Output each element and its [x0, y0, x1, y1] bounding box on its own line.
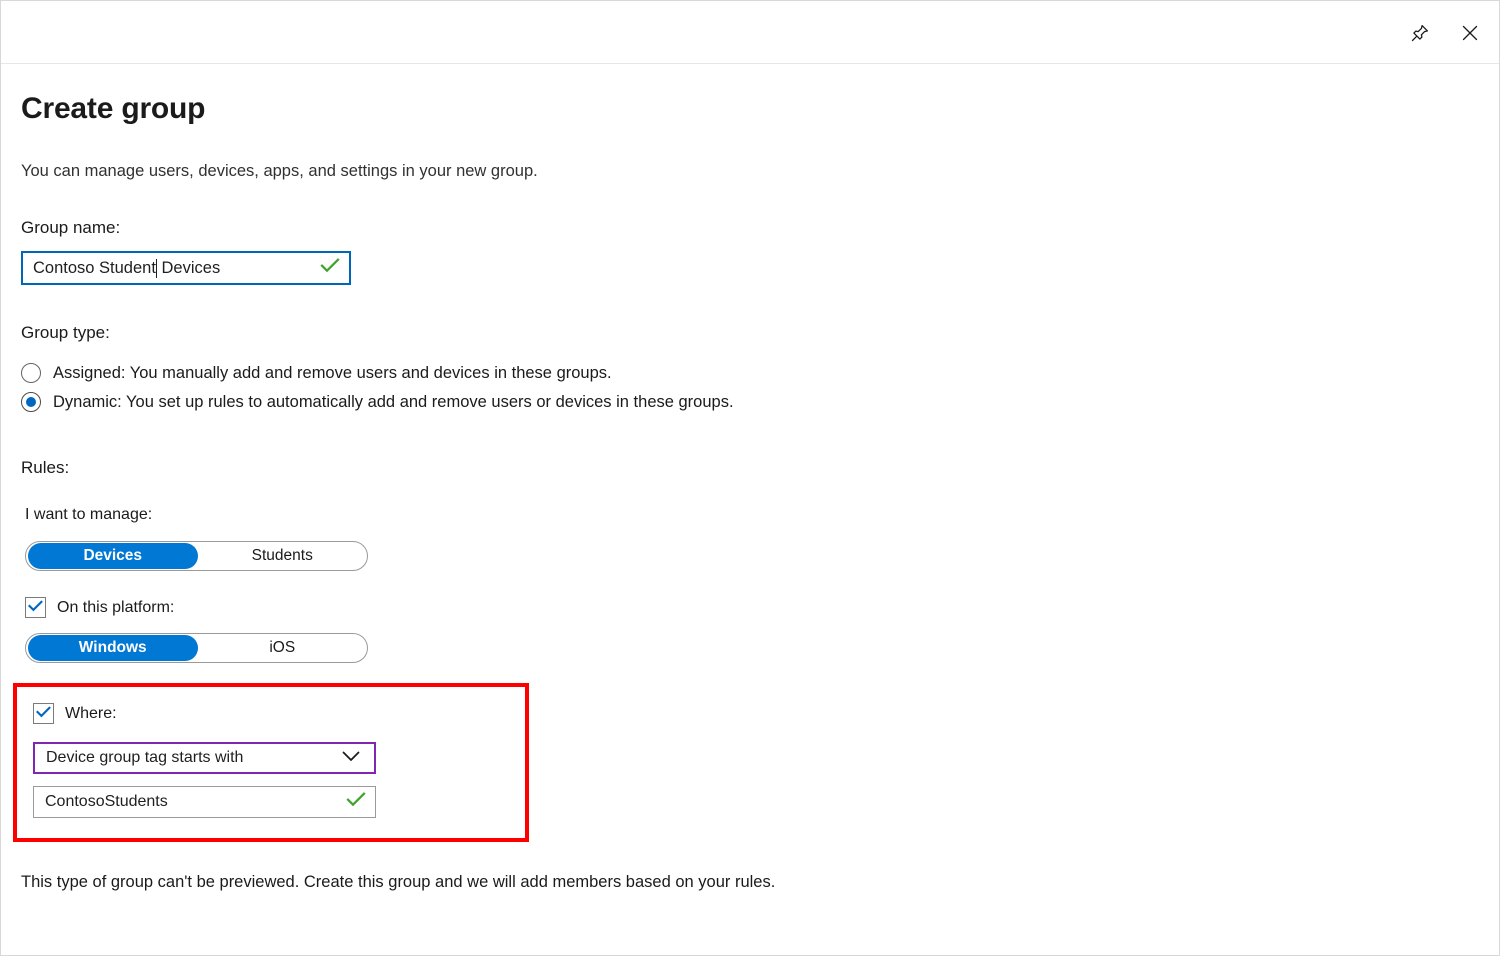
group-name-input[interactable]: Contoso Student Devices — [21, 251, 351, 285]
where-condition-value: Device group tag starts with — [46, 749, 244, 766]
page-subtitle: You can manage users, devices, apps, and… — [21, 162, 538, 180]
platform-option-ios[interactable]: iOS — [198, 635, 368, 661]
panel-titlebar — [1, 1, 1499, 64]
manage-label: I want to manage: — [25, 506, 153, 523]
where-label: Where: — [65, 705, 117, 722]
create-group-panel: Create group You can manage users, devic… — [0, 0, 1500, 956]
chevron-down-icon — [342, 749, 360, 767]
platform-label: On this platform: — [57, 599, 175, 616]
group-type-section: Group type: Assigned: You manually add a… — [21, 285, 1499, 416]
manage-option-devices[interactable]: Devices — [28, 543, 198, 569]
platform-toggle-group: Windows iOS — [25, 633, 368, 663]
where-value-input[interactable]: ContosoStudents — [33, 786, 376, 818]
checkmark-icon — [36, 705, 51, 723]
where-highlight-box: Where: Device group tag starts with Cont… — [13, 683, 529, 842]
manage-toggle-group: Devices Students — [25, 541, 368, 571]
group-name-value-after-caret: Devices — [156, 259, 221, 277]
radio-dynamic-label: Dynamic: You set up rules to automatical… — [53, 392, 734, 411]
group-name-label: Group name: — [21, 218, 121, 237]
page-title: Create group — [21, 92, 206, 125]
manage-option-students[interactable]: Students — [198, 543, 368, 569]
rules-body: I want to manage: Devices Students On th… — [13, 479, 1499, 842]
platform-checkbox-row[interactable]: On this platform: — [25, 597, 1499, 618]
panel-content: Create group You can manage users, devic… — [1, 64, 1499, 893]
where-value-text: ContosoStudents — [45, 793, 168, 810]
where-condition-dropdown[interactable]: Device group tag starts with — [33, 742, 376, 774]
check-icon — [346, 792, 366, 813]
radio-assigned-label: Assigned: You manually add and remove us… — [53, 363, 612, 382]
group-type-label: Group type: — [21, 323, 110, 342]
group-name-value-before-caret: Contoso Student — [33, 259, 156, 277]
radio-dynamic-indicator — [21, 391, 41, 412]
check-icon — [320, 258, 340, 279]
where-checkbox-row[interactable]: Where: — [33, 703, 525, 724]
platform-checkbox[interactable] — [25, 597, 46, 618]
rules-label: Rules: — [21, 458, 70, 477]
preview-note: This type of group can't be previewed. C… — [21, 873, 776, 891]
titlebar-actions — [1403, 1, 1487, 64]
checkmark-icon — [28, 599, 43, 617]
pin-button[interactable] — [1403, 16, 1437, 50]
group-type-radio-list: Assigned: You manually add and remove us… — [21, 358, 1499, 416]
rules-section: Rules: I want to manage: Devices Student… — [13, 416, 1499, 842]
close-icon — [1460, 23, 1480, 43]
radio-option-assigned[interactable]: Assigned: You manually add and remove us… — [21, 358, 1499, 387]
pin-icon — [1410, 23, 1430, 43]
radio-assigned-indicator — [21, 362, 41, 383]
group-name-section: Group name: Contoso Student Devices — [21, 182, 1499, 285]
close-button[interactable] — [1453, 16, 1487, 50]
where-checkbox[interactable] — [33, 703, 54, 724]
radio-option-dynamic[interactable]: Dynamic: You set up rules to automatical… — [21, 387, 1499, 416]
platform-option-windows[interactable]: Windows — [28, 635, 198, 661]
